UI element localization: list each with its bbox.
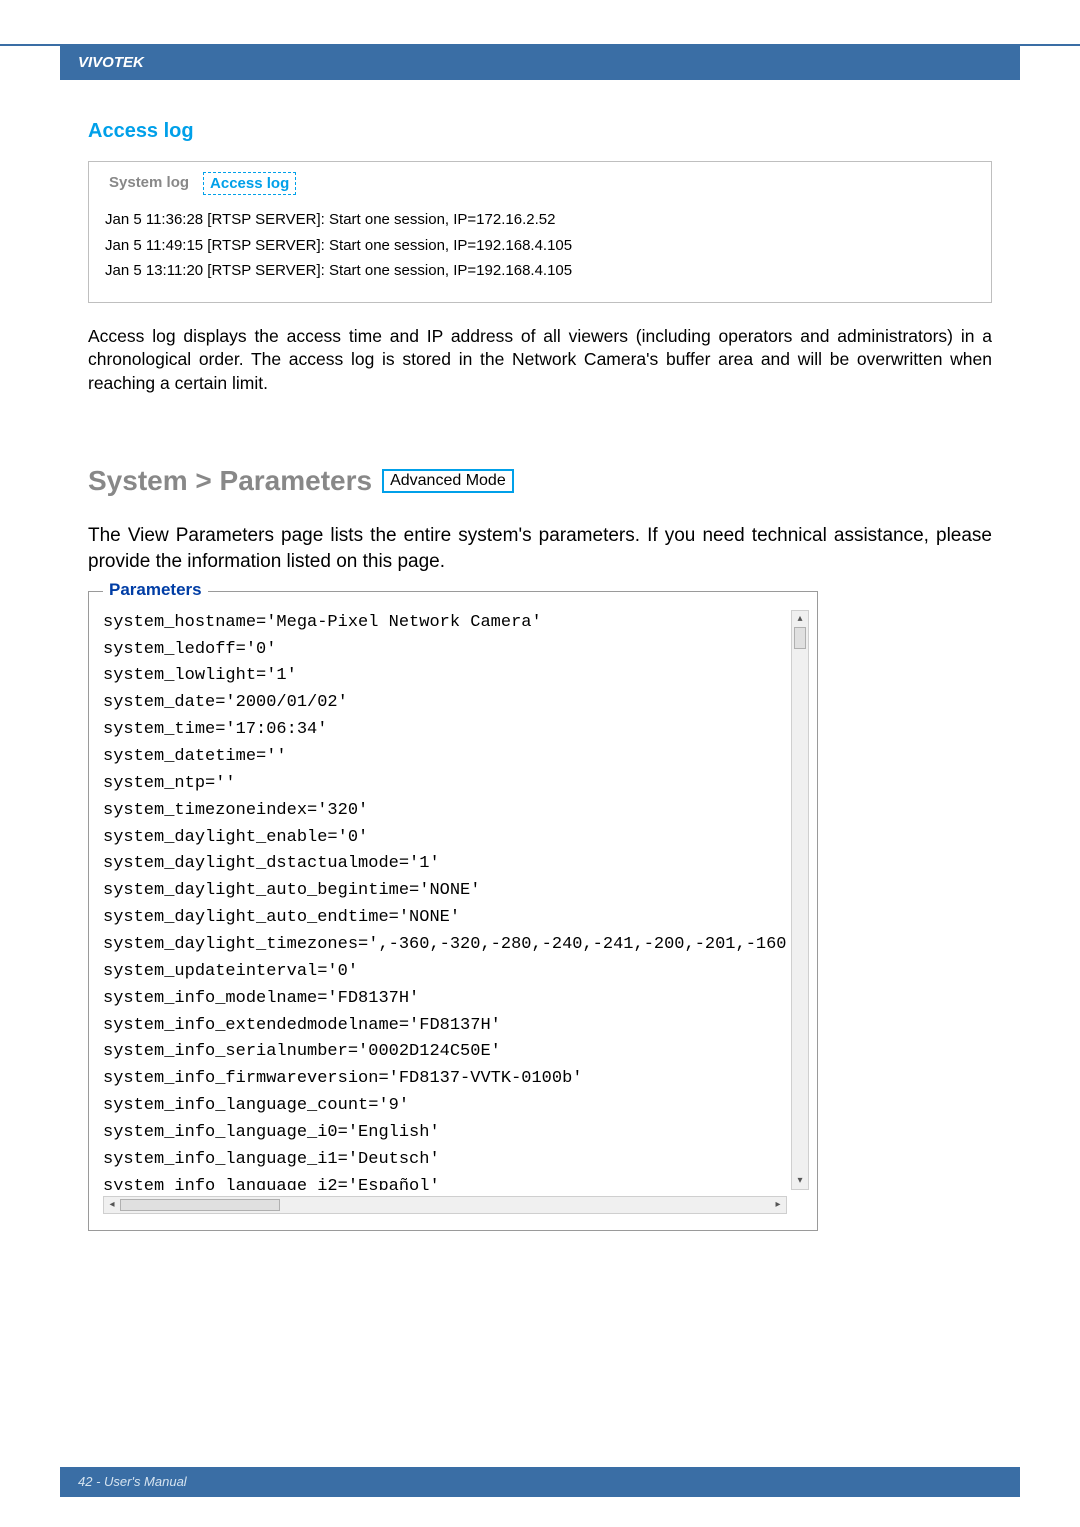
log-line: Jan 5 11:49:15 [RTSP SERVER]: Start one … bbox=[105, 233, 975, 259]
log-line: Jan 5 11:36:28 [RTSP SERVER]: Start one … bbox=[105, 207, 975, 233]
parameters-heading: System > Parameters bbox=[88, 465, 372, 497]
log-line: Jan 5 13:11:20 [RTSP SERVER]: Start one … bbox=[105, 258, 975, 284]
parameters-heading-row: System > Parameters Advanced Mode bbox=[88, 465, 992, 497]
access-log-description: Access log displays the access time and … bbox=[88, 325, 992, 396]
scroll-right-icon[interactable]: ▸ bbox=[770, 1197, 786, 1213]
log-tabs: System log Access log bbox=[89, 162, 991, 201]
parameters-legend: Parameters bbox=[103, 580, 208, 600]
horizontal-scroll-thumb[interactable] bbox=[120, 1199, 280, 1211]
tab-system-log[interactable]: System log bbox=[103, 172, 195, 195]
footer-text: 42 - User's Manual bbox=[78, 1474, 187, 1489]
horizontal-scrollbar[interactable]: ◂ ▸ bbox=[103, 1196, 787, 1214]
page-content: Access log System log Access log Jan 5 1… bbox=[88, 120, 992, 1231]
tab-access-log[interactable]: Access log bbox=[203, 172, 296, 195]
access-log-box: System log Access log Jan 5 11:36:28 [RT… bbox=[88, 161, 992, 303]
scroll-down-icon[interactable]: ▾ bbox=[792, 1173, 808, 1189]
vertical-scroll-thumb[interactable] bbox=[794, 627, 806, 649]
brand-text: VIVOTEK bbox=[78, 54, 144, 71]
access-log-lines: Jan 5 11:36:28 [RTSP SERVER]: Start one … bbox=[89, 201, 991, 302]
parameters-description: The View Parameters page lists the entir… bbox=[88, 523, 992, 574]
advanced-mode-badge: Advanced Mode bbox=[382, 469, 514, 493]
scroll-left-icon[interactable]: ◂ bbox=[104, 1197, 120, 1213]
parameters-fieldset: Parameters system_hostname='Mega-Pixel N… bbox=[88, 591, 818, 1231]
scroll-up-icon[interactable]: ▴ bbox=[792, 611, 808, 627]
parameters-text: system_hostname='Mega-Pixel Network Came… bbox=[103, 610, 807, 1190]
page-footer: 42 - User's Manual bbox=[60, 1467, 1020, 1497]
parameters-scroll-area: system_hostname='Mega-Pixel Network Came… bbox=[103, 610, 807, 1220]
access-log-title: Access log bbox=[88, 120, 992, 143]
vertical-scrollbar[interactable]: ▴ ▾ bbox=[791, 610, 809, 1190]
brand-bar: VIVOTEK bbox=[60, 46, 1020, 80]
